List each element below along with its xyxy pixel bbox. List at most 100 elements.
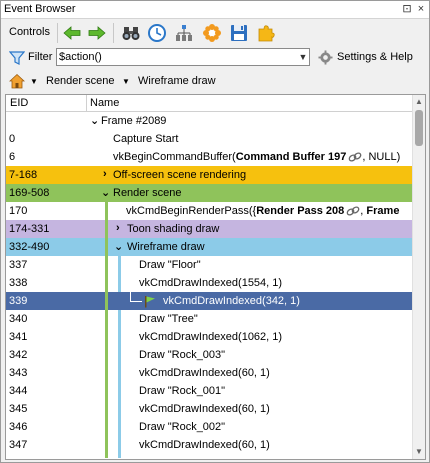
row-name: Draw "Floor": [139, 259, 201, 271]
tree-row-frame[interactable]: ⌄ Frame #2089: [6, 112, 413, 130]
row-eid: 342: [9, 349, 28, 361]
resource-link[interactable]: Render Pass 208: [256, 205, 344, 217]
row-eid: 343: [9, 367, 28, 379]
pin-icon[interactable]: ⊡: [401, 2, 413, 16]
row-eid: 7-168: [9, 169, 38, 181]
arrow-right-icon[interactable]: [87, 23, 107, 43]
gear-flower-icon[interactable]: [202, 23, 222, 43]
row-eid: 340: [9, 313, 28, 325]
row-name: vkCmdDrawIndexed(1062, 1): [139, 331, 283, 343]
chevron-right-icon[interactable]: ›: [103, 168, 107, 180]
row-eid: 347: [9, 439, 28, 451]
tree-row[interactable]: 0 Capture Start: [6, 130, 413, 148]
row-eid: 170: [9, 205, 28, 217]
row-name: Draw "Rock_003": [139, 349, 226, 361]
row-name: Render scene: [113, 187, 182, 199]
filter-input[interactable]: [56, 48, 310, 66]
filter-label: Filter: [28, 51, 53, 63]
tree-hierarchy-icon[interactable]: [174, 23, 194, 43]
tree-row[interactable]: 170 vkCmdBeginRenderPass({Render Pass 20…: [6, 202, 413, 220]
row-name: vkCmdDrawIndexed(60, 1): [139, 403, 270, 415]
toolbar-separator: [113, 23, 114, 43]
breadcrumb-item-wireframe-draw[interactable]: Wireframe draw: [138, 75, 216, 87]
filter-row: Filter ▼ Settings & Help: [1, 47, 429, 69]
row-name: vkCmdDrawIndexed(60, 1): [139, 439, 270, 451]
tree-row-offscreen[interactable]: 7-168 › Off-screen scene rendering: [6, 166, 413, 184]
wireframe-guide-line: [118, 256, 121, 292]
chevron-right-icon[interactable]: ›: [116, 222, 120, 234]
row-eid: 169-508: [9, 187, 50, 199]
chevron-down-icon[interactable]: ⌄: [101, 186, 110, 199]
flag-icon: [145, 296, 155, 308]
tree-row-render-scene[interactable]: 169-508 ⌄ Render scene: [6, 184, 413, 202]
scroll-down-arrow[interactable]: ▼: [413, 445, 425, 459]
breadcrumb: ▼ Render scene ▼ Wireframe draw: [1, 71, 429, 93]
row-name: vkCmdDrawIndexed(342, 1): [163, 295, 300, 307]
row-eid: 345: [9, 403, 28, 415]
save-disk-icon[interactable]: [229, 23, 249, 43]
row-eid: 339: [9, 295, 28, 307]
chain-link-icon[interactable]: [348, 152, 362, 162]
row-eid: 6: [9, 151, 16, 163]
home-dropdown-arrow[interactable]: ▼: [30, 77, 38, 86]
tree-row[interactable]: 337 Draw "Floor": [6, 256, 413, 274]
event-tree[interactable]: EID Name ⌄ Frame #2089 0 Capture Start 6…: [5, 94, 426, 460]
row-name: Frame #2089: [101, 115, 167, 127]
chevron-down-icon[interactable]: ⌄: [90, 114, 99, 127]
call-tail: , NULL): [362, 151, 401, 163]
tree-header: EID Name: [6, 95, 413, 112]
call-name: vkCmdBeginRenderPass({: [126, 205, 257, 217]
row-name: vkCmdDrawIndexed(1554, 1): [139, 277, 283, 289]
row-name: Wireframe draw: [127, 241, 205, 253]
tree-row[interactable]: 340 Draw "Tree": [6, 310, 413, 328]
wireframe-guide-line: [118, 310, 121, 458]
chevron-down-icon[interactable]: ⌄: [114, 240, 123, 253]
row-name: Draw "Rock_002": [139, 421, 226, 433]
close-icon[interactable]: ×: [415, 2, 427, 16]
toolbar: Controls: [1, 20, 429, 46]
column-divider[interactable]: [86, 95, 87, 111]
row-eid: 174-331: [9, 223, 50, 235]
tree-row-selected[interactable]: 339 vkCmdDrawIndexed(342, 1): [6, 292, 413, 310]
call-tail: ,: [360, 205, 364, 217]
puzzle-icon[interactable]: [256, 23, 276, 43]
row-eid: 344: [9, 385, 28, 397]
binoculars-icon[interactable]: [121, 23, 141, 43]
column-header-eid[interactable]: EID: [10, 97, 28, 109]
settings-help-button[interactable]: Settings & Help: [337, 51, 413, 63]
event-browser-window: Event Browser ⊡ × Controls Filter $actio…: [0, 0, 430, 463]
row-name: vkBeginCommandBuffer(Command Buffer 197,…: [113, 151, 400, 163]
tree-row[interactable]: 6 vkBeginCommandBuffer(Command Buffer 19…: [6, 148, 413, 166]
breadcrumb-item-render-scene[interactable]: Render scene: [46, 75, 115, 87]
tree-row[interactable]: 345 vkCmdDrawIndexed(60, 1): [6, 400, 413, 418]
chevron-down-icon[interactable]: ▼: [297, 50, 309, 64]
chain-link-icon[interactable]: [346, 206, 360, 216]
tree-row-toon-shading[interactable]: 174-331 › Toon shading draw: [6, 220, 413, 238]
vertical-scrollbar[interactable]: ▲ ▼: [412, 95, 425, 459]
tree-row[interactable]: 342 Draw "Rock_003": [6, 346, 413, 364]
tree-row[interactable]: 341 vkCmdDrawIndexed(1062, 1): [6, 328, 413, 346]
tree-row-wireframe[interactable]: 332-490 ⌄ Wireframe draw: [6, 238, 413, 256]
tree-row[interactable]: 346 Draw "Rock_002": [6, 418, 413, 436]
resource-link[interactable]: Command Buffer 197: [236, 151, 347, 163]
title-bar: Event Browser ⊡ ×: [1, 1, 429, 19]
scroll-up-arrow[interactable]: ▲: [413, 95, 425, 109]
home-icon[interactable]: [9, 73, 25, 89]
row-name: vkCmdBeginRenderPass({Render Pass 208, F…: [126, 205, 399, 217]
arrow-left-icon[interactable]: [62, 23, 82, 43]
tree-row[interactable]: 344 Draw "Rock_001": [6, 382, 413, 400]
tree-row[interactable]: 347 vkCmdDrawIndexed(60, 1): [6, 436, 413, 454]
tree-row[interactable]: 338 vkCmdDrawIndexed(1554, 1): [6, 274, 413, 292]
clock-icon[interactable]: [147, 23, 167, 43]
row-name: Draw "Tree": [139, 313, 198, 325]
breadcrumb-separator[interactable]: ▼: [122, 77, 130, 86]
scrollbar-thumb[interactable]: [415, 110, 423, 146]
tree-row[interactable]: 343 vkCmdDrawIndexed(60, 1): [6, 364, 413, 382]
gear-icon[interactable]: [318, 50, 333, 65]
tree-connector: [130, 301, 142, 302]
row-eid: 0: [9, 133, 16, 145]
render-scene-guide-line: [105, 202, 108, 458]
toolbar-separator: [57, 23, 58, 43]
resource-link[interactable]: Frame: [366, 205, 399, 217]
column-header-name[interactable]: Name: [90, 97, 119, 109]
